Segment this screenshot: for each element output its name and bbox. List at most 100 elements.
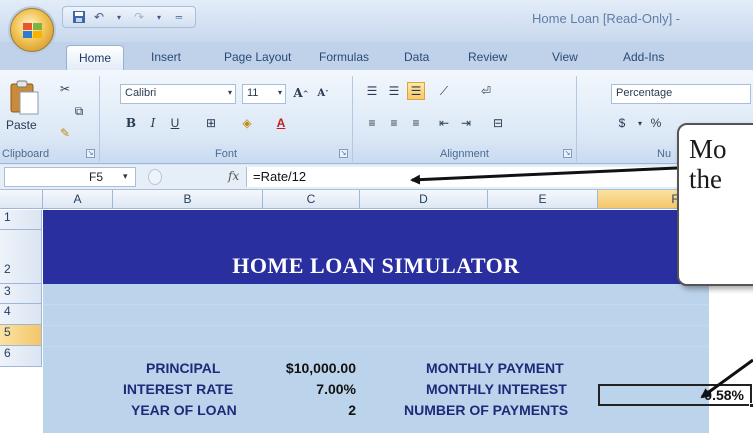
label-number-of-payments: NUMBER OF PAYMENTS bbox=[404, 402, 569, 418]
name-box-value: F5 bbox=[89, 170, 104, 184]
font-color-icon[interactable]: A bbox=[272, 114, 290, 132]
clipboard-group-label: Clipboard bbox=[2, 148, 50, 160]
chevron-down-icon: ▾ bbox=[227, 88, 232, 97]
column-header-c[interactable]: C bbox=[263, 190, 360, 209]
active-cell-f5[interactable]: 0.58% bbox=[598, 384, 753, 408]
format-painter-icon[interactable]: ✎ bbox=[56, 124, 74, 142]
bold-button[interactable]: B bbox=[122, 114, 140, 132]
undo-icon[interactable]: ↶ bbox=[91, 9, 107, 25]
underline-button[interactable]: U bbox=[166, 114, 184, 132]
row-header-4[interactable]: 4 bbox=[0, 304, 42, 325]
function-icon[interactable]: fx bbox=[228, 169, 239, 183]
callout-box: Mo the bbox=[677, 123, 753, 286]
row-divider bbox=[43, 325, 709, 326]
font-size-value: 11 bbox=[247, 87, 259, 99]
increase-indent-icon[interactable]: ⇥ bbox=[457, 114, 475, 132]
column-header-a[interactable]: A bbox=[43, 190, 113, 209]
tab-home[interactable]: Home bbox=[66, 45, 125, 70]
row-divider bbox=[43, 346, 709, 347]
font-size-select[interactable]: 11 ▾ bbox=[242, 84, 286, 104]
paste-button[interactable]: Paste bbox=[4, 78, 44, 134]
alignment-launcher-icon[interactable]: ↘ bbox=[563, 149, 572, 158]
column-header-e[interactable]: E bbox=[488, 190, 598, 209]
callout-text: Mo the bbox=[689, 134, 727, 194]
save-icon[interactable] bbox=[71, 9, 87, 25]
font-name-select[interactable]: Calibri ▾ bbox=[120, 84, 236, 104]
borders-icon[interactable]: ⊞ bbox=[202, 114, 220, 132]
orientation-icon[interactable]: ⟋ bbox=[435, 82, 453, 100]
tab-page-layout[interactable]: Page Layout bbox=[224, 50, 291, 64]
dropdown-arrow-icon[interactable]: ▾ bbox=[151, 9, 167, 25]
alignment-group-label: Alignment bbox=[440, 148, 489, 160]
office-logo-icon bbox=[23, 23, 42, 38]
title-banner bbox=[43, 210, 709, 294]
copy-icon[interactable]: ⧉ bbox=[70, 102, 88, 120]
chevron-down-icon: ▾ bbox=[277, 88, 282, 97]
align-left-icon[interactable]: ≡ bbox=[363, 114, 381, 132]
align-bottom-icon[interactable]: ☰ bbox=[407, 82, 425, 100]
value-principal[interactable]: $10,000.00 bbox=[270, 360, 356, 376]
column-header-d[interactable]: D bbox=[360, 190, 488, 209]
quick-access-toolbar: ↶ ▾ ↷ ▾ ═ bbox=[62, 6, 196, 28]
office-button[interactable] bbox=[10, 8, 54, 52]
ribbon: Paste ✂ ⧉ ✎ Clipboard ↘ Calibri ▾ 11 ▾ A… bbox=[0, 70, 753, 164]
dropdown-arrow-icon[interactable]: ▾ bbox=[111, 9, 127, 25]
ribbon-tabs: Home Insert Page Layout Formulas Data Re… bbox=[0, 42, 753, 70]
select-all-corner[interactable] bbox=[0, 190, 43, 209]
align-center-icon[interactable]: ≡ bbox=[385, 114, 403, 132]
row-divider bbox=[43, 304, 709, 305]
name-box[interactable]: F5 ▾ bbox=[4, 167, 136, 187]
row-header-6[interactable]: 6 bbox=[0, 346, 42, 367]
fill-handle[interactable] bbox=[749, 403, 753, 408]
currency-button[interactable]: $ bbox=[613, 114, 631, 132]
formula-bar: F5 ▾ fx =Rate/12 bbox=[0, 165, 753, 190]
decrease-indent-icon[interactable]: ⇤ bbox=[435, 114, 453, 132]
row-header-5[interactable]: 5 bbox=[0, 325, 42, 346]
value-year-of-loan[interactable]: 2 bbox=[270, 402, 356, 418]
row-header-3[interactable]: 3 bbox=[0, 284, 42, 304]
active-cell-value: 0.58% bbox=[704, 387, 744, 403]
font-name-value: Calibri bbox=[125, 87, 157, 99]
tab-formulas[interactable]: Formulas bbox=[319, 50, 369, 64]
column-header-b[interactable]: B bbox=[113, 190, 263, 209]
cut-icon[interactable]: ✂ bbox=[56, 80, 74, 98]
callout-line-1: Mo bbox=[689, 134, 727, 164]
label-interest-rate: INTEREST RATE bbox=[123, 381, 234, 397]
chevron-down-icon: ▾ bbox=[123, 171, 128, 181]
excel-window: ↶ ▾ ↷ ▾ ═ Home Loan [Read-Only] - Home I… bbox=[0, 0, 753, 433]
label-year-of-loan: YEAR OF LOAN bbox=[131, 402, 237, 418]
alignment-group: ☰ ☰ ☰ ⟋ ⏎ ≡ ≡ ≡ ⇤ ⇥ ⊟ Alignment ↘ bbox=[353, 76, 577, 162]
tab-view[interactable]: View bbox=[552, 50, 578, 64]
grow-font-icon[interactable]: A ^ bbox=[292, 84, 310, 102]
font-launcher-icon[interactable]: ↘ bbox=[339, 149, 348, 158]
tab-insert[interactable]: Insert bbox=[151, 50, 181, 64]
row-header-1[interactable]: 1 bbox=[0, 210, 42, 230]
worksheet-grid: A B C D E F 1 2 3 4 5 6 HOME LOAN SIMULA… bbox=[0, 190, 753, 433]
redo-icon[interactable]: ↷ bbox=[131, 9, 147, 25]
align-right-icon[interactable]: ≡ bbox=[407, 114, 425, 132]
title-bar: ↶ ▾ ↷ ▾ ═ Home Loan [Read-Only] - bbox=[0, 0, 753, 52]
label-principal: PRINCIPAL bbox=[146, 360, 221, 376]
merge-center-icon[interactable]: ⊟ bbox=[489, 114, 507, 132]
clipboard-launcher-icon[interactable]: ↘ bbox=[86, 149, 95, 158]
shrink-font-icon[interactable]: Aˇ bbox=[314, 84, 332, 102]
customize-toolbar-icon[interactable]: ═ bbox=[171, 9, 187, 25]
italic-button[interactable]: I bbox=[144, 114, 162, 132]
align-top-icon[interactable]: ☰ bbox=[363, 82, 381, 100]
fill-color-icon[interactable]: ◈ bbox=[238, 114, 256, 132]
font-group-label: Font bbox=[214, 148, 237, 160]
row-header-2[interactable]: 2 bbox=[0, 230, 42, 284]
value-interest-rate[interactable]: 7.00% bbox=[270, 381, 356, 397]
banner-title: HOME LOAN SIMULATOR bbox=[232, 253, 520, 278]
tab-add-ins[interactable]: Add-Ins bbox=[623, 50, 664, 64]
percent-button[interactable]: % bbox=[647, 114, 665, 132]
wrap-text-icon[interactable]: ⏎ bbox=[477, 82, 495, 100]
tab-data[interactable]: Data bbox=[404, 50, 429, 64]
paste-label: Paste bbox=[6, 118, 37, 132]
number-format-select[interactable]: Percentage bbox=[611, 84, 751, 104]
clipboard-group: Paste ✂ ⧉ ✎ Clipboard ↘ bbox=[0, 76, 100, 162]
align-middle-icon[interactable]: ☰ bbox=[385, 82, 403, 100]
tab-review[interactable]: Review bbox=[468, 50, 507, 64]
paste-icon bbox=[10, 80, 39, 115]
font-group: Calibri ▾ 11 ▾ A ^ Aˇ B I U ⊞ ◈ A Font ↘ bbox=[100, 76, 353, 162]
